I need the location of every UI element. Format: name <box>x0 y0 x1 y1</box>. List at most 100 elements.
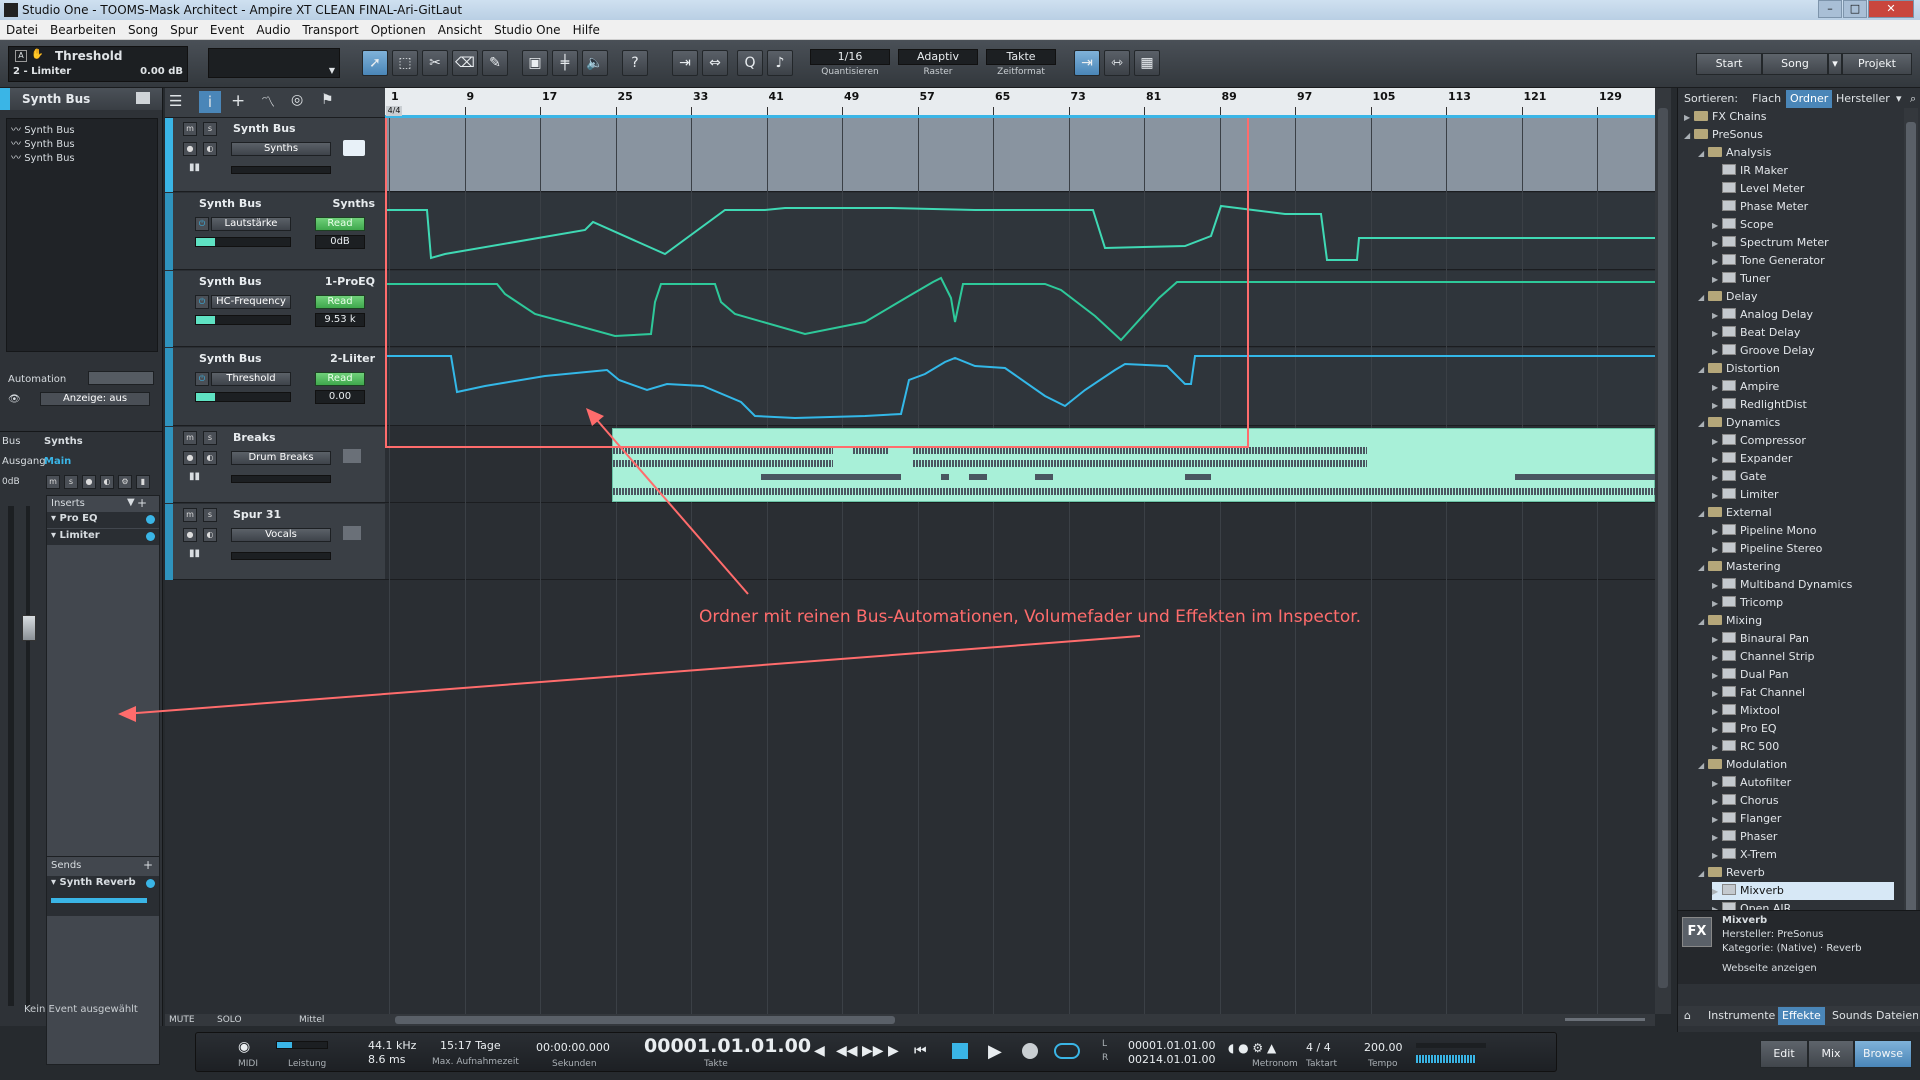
forward-icon[interactable]: ▶▶ <box>862 1043 884 1059</box>
tree-item[interactable]: ▶ Tone Generator <box>1712 252 1894 270</box>
expand-arrow-icon[interactable]: ▶ <box>1712 667 1722 685</box>
master-volume-slider[interactable] <box>1416 1055 1476 1063</box>
record-button[interactable]: ● <box>183 451 197 465</box>
listen-tool-button[interactable]: 🔈 <box>582 50 608 76</box>
solo-button[interactable]: s <box>64 475 78 489</box>
globe-icon[interactable]: ◎ <box>291 92 303 108</box>
tree-folder[interactable]: ◢ Distortion <box>1698 360 1894 378</box>
folder-track[interactable]: m s Synth Bus ● ◐ Synths ▮▮ <box>165 118 385 192</box>
tab-instruments[interactable]: Instrumente <box>1704 1007 1779 1025</box>
menu-ansicht[interactable]: Ansicht <box>432 23 488 37</box>
tree-item[interactable]: ▶ Groove Delay <box>1712 342 1894 360</box>
record-button[interactable]: ● <box>82 475 96 489</box>
edit-view-button[interactable]: Edit <box>1760 1040 1808 1068</box>
record-button[interactable]: ● <box>183 528 197 542</box>
insert-slot[interactable]: ▾ Pro EQ <box>47 512 159 528</box>
tree-item[interactable]: ▶ Compressor <box>1712 432 1894 450</box>
snap-range-icon[interactable]: ⇔ <box>702 50 728 76</box>
record-button[interactable]: ● <box>183 142 197 156</box>
expand-arrow-icon[interactable]: ▶ <box>1712 649 1722 667</box>
menu-audio[interactable]: Audio <box>250 23 296 37</box>
track-name[interactable]: Synth Bus <box>199 275 262 288</box>
home-icon[interactable]: ⌂ <box>1680 1007 1695 1025</box>
menu-datei[interactable]: Datei <box>0 23 44 37</box>
expand-arrow-icon[interactable]: ◢ <box>1698 145 1708 163</box>
bus-button[interactable]: Drum Breaks <box>231 451 331 465</box>
menu-hilfe[interactable]: Hilfe <box>567 23 606 37</box>
folder-icon[interactable] <box>343 449 361 463</box>
nav-projekt-button[interactable]: Projekt <box>1842 53 1912 75</box>
expand-arrow-icon[interactable]: ▶ <box>1712 811 1722 829</box>
tempo[interactable]: 200.00 <box>1364 1041 1403 1054</box>
zoom-slider[interactable] <box>1565 1018 1645 1021</box>
value-slider[interactable] <box>195 392 291 402</box>
expand-arrow-icon[interactable]: ▶ <box>1712 829 1722 847</box>
list-item[interactable]: 〰 Synth Bus <box>11 121 75 136</box>
next-icon[interactable]: ▶ <box>888 1043 899 1059</box>
menu-event[interactable]: Event <box>204 23 250 37</box>
menu-optionen[interactable]: Optionen <box>365 23 432 37</box>
expand-arrow-icon[interactable]: ◢ <box>1698 415 1708 433</box>
follow-button[interactable]: ⇿ <box>1104 50 1130 76</box>
tree-folder[interactable]: ◢ Analysis <box>1698 144 1894 162</box>
volume-fader-handle[interactable] <box>22 615 36 641</box>
close-button[interactable]: ✕ <box>1868 0 1914 18</box>
arrange-view[interactable]: Ordner mit reinen Bus-Automationen, Volu… <box>385 118 1655 1014</box>
automation-value[interactable]: 9.53 k <box>315 313 365 327</box>
tree-item[interactable]: ▶ RC 500 <box>1712 738 1894 756</box>
expand-arrow-icon[interactable]: ▶ <box>1712 253 1722 271</box>
power-icon[interactable] <box>146 879 155 888</box>
tree-folder[interactable]: ◢ Mastering <box>1698 558 1894 576</box>
mix-view-button[interactable]: Mix <box>1808 1040 1854 1068</box>
tree-item[interactable]: ▶ Gate <box>1712 468 1894 486</box>
seconds-display[interactable]: 00:00:00.000 <box>536 1041 610 1054</box>
folder-icon[interactable] <box>343 526 361 540</box>
bus-button[interactable]: Vocals <box>231 528 331 542</box>
plugin-tree[interactable]: ▶ FX Chains ◢ PreSonus ◢ Analysis IR Maker Leve… <box>1684 108 1894 988</box>
snap-mode-select[interactable]: Adaptiv <box>898 49 978 65</box>
track-height-select[interactable]: Mittel <box>299 1014 324 1026</box>
search-icon[interactable]: ⌕ <box>1906 90 1920 108</box>
expand-arrow-icon[interactable]: ▶ <box>1712 541 1722 559</box>
browse-view-button[interactable]: Browse <box>1854 1040 1912 1068</box>
folder-icon[interactable] <box>343 140 365 156</box>
power-icon[interactable]: ⏻ <box>195 295 209 309</box>
eye-icon[interactable]: 👁 <box>8 394 21 405</box>
play-button[interactable]: ▶ <box>988 1041 1002 1062</box>
track-name[interactable]: Breaks <box>233 431 276 444</box>
tree-item[interactable]: ▶ Ampire <box>1712 378 1894 396</box>
expand-arrow-icon[interactable]: ▶ <box>1712 631 1722 649</box>
tree-item[interactable]: IR Maker <box>1712 162 1894 180</box>
list-icon[interactable]: ☰ <box>169 92 182 110</box>
tree-item[interactable]: ▶ Scope <box>1712 216 1894 234</box>
bend-tool-button[interactable]: ╪ <box>552 50 578 76</box>
value-slider[interactable] <box>195 237 291 247</box>
insert-slot[interactable]: ▾ Limiter <box>47 529 159 545</box>
solo-all-button[interactable]: SOLO <box>217 1014 242 1026</box>
expand-arrow-icon[interactable]: ▶ <box>1712 217 1722 235</box>
automation-track-threshold[interactable]: Synth Bus 2-Liiter ⏻ Threshold Read 0.00 <box>165 348 385 426</box>
add-insert-button[interactable]: + <box>137 496 147 510</box>
send-slot[interactable]: ▾ Synth Reverb <box>47 876 159 916</box>
tree-item[interactable]: ▶ Binaural Pan <box>1712 630 1894 648</box>
mix-view-button[interactable]: ▦ <box>1134 50 1160 76</box>
mute-tool-button[interactable]: ▣ <box>522 50 548 76</box>
tree-folder[interactable]: ◢ External <box>1698 504 1894 522</box>
tree-folder[interactable]: ◢ PreSonus <box>1684 126 1894 144</box>
automation-track-hc-frequency[interactable]: Synth Bus 1-ProEQ ⏻ HC-Frequency Read 9.… <box>165 271 385 347</box>
scroll-thumb[interactable] <box>1906 122 1916 962</box>
time-signature[interactable]: 4 / 4 <box>1306 1041 1331 1054</box>
minimize-button[interactable]: – <box>1818 0 1842 18</box>
send-level-slider[interactable] <box>51 898 147 903</box>
timebase-select[interactable]: Takte <box>986 49 1056 65</box>
monitor-button[interactable]: ◐ <box>203 528 217 542</box>
tree-item[interactable]: ▶ Flanger <box>1712 810 1894 828</box>
parameter-display[interactable]: A ✋ Threshold 2 - Limiter 0.00 dB <box>8 46 188 82</box>
eraser-tool-button[interactable]: ⌫ <box>452 50 478 76</box>
mute-button[interactable]: m <box>183 431 197 445</box>
tab-folder[interactable]: Ordner <box>1786 90 1833 108</box>
tree-item[interactable]: ▶ Analog Delay <box>1712 306 1894 324</box>
track-name[interactable]: Spur 31 <box>233 508 281 521</box>
tree-item[interactable]: ▶ Spectrum Meter <box>1712 234 1894 252</box>
record-button[interactable] <box>1022 1043 1038 1059</box>
